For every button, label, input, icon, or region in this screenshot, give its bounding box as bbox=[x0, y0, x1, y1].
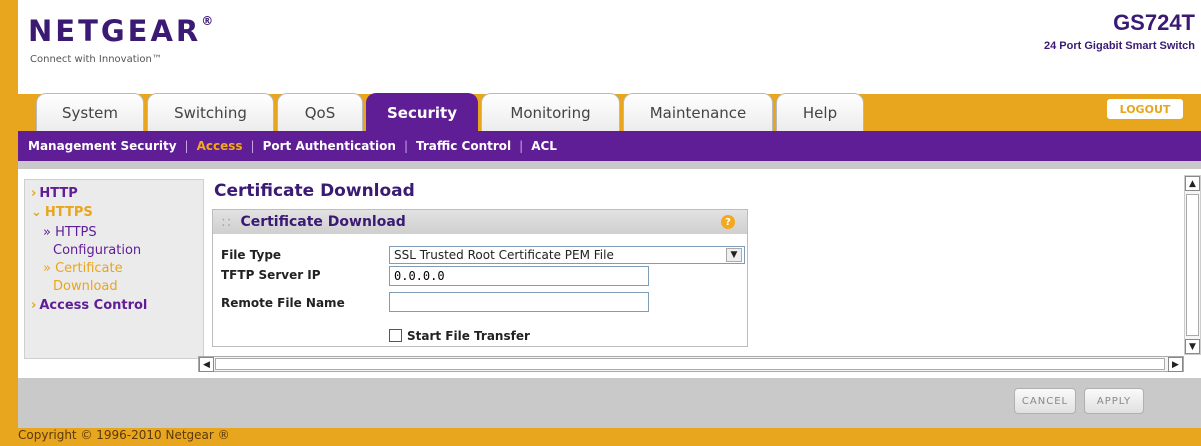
panel-title: Certificate Download bbox=[240, 214, 406, 230]
scroll-up-icon[interactable]: ▲ bbox=[1185, 176, 1200, 191]
chevron-right-icon: › bbox=[31, 298, 37, 313]
nav-https-configuration[interactable]: » HTTPS Configuration bbox=[31, 224, 197, 260]
netgear-logo: NETGEAR® bbox=[28, 14, 214, 48]
copyright-text: Copyright © 1996-2010 Netgear ® bbox=[18, 428, 230, 442]
sub-navigation: Management Security | Access | Port Auth… bbox=[18, 131, 1201, 161]
file-type-label: File Type bbox=[221, 248, 282, 262]
header: NETGEAR® Connect with Innovation™ GS724T… bbox=[18, 0, 1201, 94]
subnav-separator: | bbox=[250, 139, 255, 153]
tab-switching[interactable]: Switching bbox=[147, 93, 274, 131]
logout-button[interactable]: LOGOUT bbox=[1105, 97, 1185, 121]
certificate-download-panel: :: Certificate Download ? File Type SSL … bbox=[212, 209, 748, 347]
chevron-right-icon: › bbox=[31, 186, 37, 201]
tab-maintenance[interactable]: Maintenance bbox=[623, 93, 773, 131]
start-file-transfer-checkbox[interactable] bbox=[389, 329, 402, 342]
model-description: 24 Port Gigabit Smart Switch bbox=[1044, 40, 1195, 52]
apply-button[interactable]: APPLY bbox=[1084, 388, 1144, 414]
chevron-down-icon: ⌄ bbox=[31, 205, 42, 220]
cancel-button[interactable]: CANCEL bbox=[1014, 388, 1076, 414]
scroll-down-icon[interactable]: ▼ bbox=[1185, 339, 1200, 354]
subnav-port-authentication[interactable]: Port Authentication bbox=[263, 139, 396, 153]
horizontal-scrollbar[interactable]: ◀ ▶ bbox=[198, 356, 1184, 372]
subnav-management-security[interactable]: Management Security bbox=[28, 139, 177, 153]
vertical-scroll-thumb[interactable] bbox=[1186, 194, 1199, 336]
left-navigation: › HTTP ⌄ HTTPS » HTTPS Configuration » Cer… bbox=[24, 179, 204, 359]
tftp-server-ip-label: TFTP Server IP bbox=[221, 268, 321, 282]
nav-certificate-download[interactable]: » Certificate Download bbox=[31, 260, 197, 296]
subnav-acl[interactable]: ACL bbox=[531, 139, 557, 153]
grip-icon: :: bbox=[221, 214, 233, 230]
panel-header: :: Certificate Download ? bbox=[213, 210, 747, 234]
subnav-access[interactable]: Access bbox=[197, 139, 243, 153]
main-tabs: System Switching QoS Security Monitoring… bbox=[36, 93, 864, 131]
tab-monitoring[interactable]: Monitoring bbox=[481, 93, 620, 131]
action-bar: CANCEL APPLY bbox=[18, 378, 1201, 428]
remote-file-name-input[interactable] bbox=[389, 292, 649, 312]
nav-http[interactable]: › HTTP bbox=[31, 186, 197, 201]
tagline: Connect with Innovation™ bbox=[30, 54, 162, 65]
main-content: › HTTP ⌄ HTTPS » HTTPS Configuration » Cer… bbox=[18, 169, 1201, 378]
help-icon[interactable]: ? bbox=[721, 215, 735, 229]
divider-band bbox=[18, 161, 1201, 169]
tftp-server-ip-input[interactable]: 0.0.0.0 bbox=[389, 266, 649, 286]
tab-help[interactable]: Help bbox=[776, 93, 864, 131]
scroll-right-icon[interactable]: ▶ bbox=[1168, 357, 1183, 372]
subnav-separator: | bbox=[403, 139, 408, 153]
nav-access-control[interactable]: › Access Control bbox=[31, 298, 197, 313]
tab-security[interactable]: Security bbox=[366, 93, 478, 131]
nav-https[interactable]: ⌄ HTTPS bbox=[31, 205, 197, 220]
file-type-select[interactable]: SSL Trusted Root Certificate PEM File ▼ bbox=[389, 246, 745, 264]
page-title: Certificate Download bbox=[214, 181, 415, 201]
tab-qos[interactable]: QoS bbox=[277, 93, 363, 131]
start-file-transfer-label: Start File Transfer bbox=[407, 329, 530, 343]
scroll-left-icon[interactable]: ◀ bbox=[199, 357, 214, 372]
horizontal-scroll-thumb[interactable] bbox=[215, 358, 1165, 370]
tab-system[interactable]: System bbox=[36, 93, 144, 131]
subnav-separator: | bbox=[519, 139, 524, 153]
model-name: GS724T bbox=[1113, 10, 1195, 35]
subnav-separator: | bbox=[184, 139, 189, 153]
chevron-down-icon[interactable]: ▼ bbox=[726, 248, 742, 262]
subnav-traffic-control[interactable]: Traffic Control bbox=[416, 139, 511, 153]
remote-file-name-label: Remote File Name bbox=[221, 296, 345, 310]
vertical-scrollbar[interactable]: ▲ ▼ bbox=[1184, 175, 1201, 355]
